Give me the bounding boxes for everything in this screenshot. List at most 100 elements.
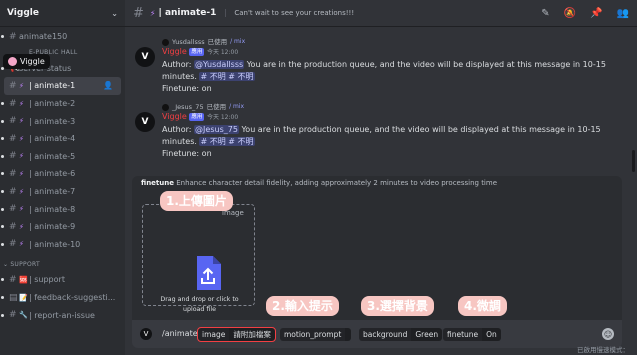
unread-dot bbox=[1, 242, 4, 246]
hash-icon: # bbox=[9, 98, 17, 109]
dropzone-line-1: Drag and drop or click to bbox=[160, 296, 239, 303]
message-author[interactable]: Viggle bbox=[162, 112, 187, 121]
channel-animate-6[interactable]: # ⚡ | animate-6 bbox=[0, 165, 125, 183]
chevron-down-icon: ⌄ bbox=[111, 8, 118, 18]
slowmode-status: 已啟用慢速模式： bbox=[577, 346, 629, 354]
mute-bell-icon[interactable]: 🔕 bbox=[564, 8, 576, 19]
channel-animate-8[interactable]: # ⚡ | animate-8 bbox=[0, 200, 125, 218]
reply-username: Yusdallsss bbox=[172, 38, 205, 46]
category-support[interactable]: ⌄ SUPPORT bbox=[0, 257, 125, 271]
hash-icon: # bbox=[9, 80, 17, 91]
file-dropzone[interactable]: Drag and drop or click to upload file bbox=[142, 204, 255, 313]
channel-tag[interactable]: # 不明 # 不明 bbox=[199, 72, 255, 81]
channel-animate-2[interactable]: # ⚡ | animate-2 bbox=[0, 95, 125, 113]
option-key: motion_prompt bbox=[280, 328, 346, 341]
channel-report-issue[interactable]: # 🔧 | report-an-issue bbox=[0, 306, 125, 324]
option-finetune[interactable]: finetune On bbox=[443, 328, 501, 341]
timestamp: 今天 12:00 bbox=[206, 49, 239, 56]
channel-animate-9[interactable]: # ⚡ | animate-9 bbox=[0, 218, 125, 236]
annotation-prompt: 2.輸入提示 bbox=[266, 296, 339, 316]
hash-icon: # bbox=[9, 186, 17, 197]
channel-label: | animate-1 bbox=[29, 81, 76, 91]
message-reply-context[interactable]: Yusdallsss 已使用 / mix bbox=[162, 36, 245, 48]
option-key: finetune bbox=[443, 328, 483, 341]
unread-dot bbox=[1, 35, 4, 39]
channel-animate-10[interactable]: # ⚡ | animate-10 bbox=[0, 236, 125, 254]
option-background[interactable]: background Green bbox=[359, 328, 443, 341]
avatar[interactable]: V bbox=[135, 47, 155, 67]
avatar[interactable]: V bbox=[135, 112, 155, 132]
tooltip-label: Viggle bbox=[20, 57, 45, 66]
channel-animate-3[interactable]: # ⚡ | animate-3 bbox=[0, 112, 125, 130]
author-label: Author: bbox=[162, 60, 192, 69]
reply-username: _Jesus_75 bbox=[172, 103, 204, 111]
option-value: 請附加檔案 bbox=[229, 328, 275, 341]
lightning-icon: ⚡ bbox=[19, 240, 24, 249]
channel-label: | feedback-suggesti... bbox=[29, 293, 116, 303]
unread-dot bbox=[1, 137, 4, 141]
channel-header: # ⚡ | animate-1 Can't wait to see your c… bbox=[125, 0, 637, 27]
lightning-icon: ⚡ bbox=[19, 99, 24, 108]
unread-dot bbox=[1, 190, 4, 194]
avatar bbox=[162, 103, 169, 111]
channel-list: # animate150 E-PUBLIC HALL 📢 server-stat… bbox=[0, 28, 125, 324]
pin-icon[interactable]: 📌 bbox=[590, 8, 602, 19]
members-icon[interactable]: 👥 bbox=[617, 8, 629, 19]
channel-label: | animate-10 bbox=[29, 239, 81, 249]
server-name: Viggle bbox=[7, 8, 39, 18]
app-badge: 應用 bbox=[189, 112, 205, 121]
channel-animate-4[interactable]: # ⚡ | animate-4 bbox=[0, 130, 125, 148]
channel-animate-7[interactable]: # ⚡ | animate-7 bbox=[0, 183, 125, 201]
unread-dot bbox=[1, 102, 4, 106]
channel-topic[interactable]: Can't wait to see your creations!!! bbox=[225, 9, 354, 17]
channel-label: | animate-9 bbox=[29, 222, 76, 232]
channel-label: | animate-6 bbox=[29, 169, 76, 179]
message-input-bar[interactable]: V /animate image 請附加檔案 motion_prompt bac… bbox=[132, 320, 622, 348]
option-value bbox=[345, 328, 352, 341]
option-motion-prompt[interactable]: motion_prompt bbox=[280, 328, 352, 341]
channel-animate150[interactable]: # animate150 bbox=[0, 28, 125, 46]
channel-support[interactable]: # 🆘 | support bbox=[0, 271, 125, 289]
channel-sidebar: Viggle ⌄ # animate150 E-PUBLIC HALL 📢 se… bbox=[0, 0, 125, 355]
hash-icon: # bbox=[9, 221, 17, 232]
reply-text: 已使用 bbox=[206, 103, 227, 111]
channel-label: | animate-4 bbox=[29, 134, 76, 144]
hash-icon: # bbox=[9, 204, 17, 215]
lightning-icon: ⚡ bbox=[19, 152, 24, 161]
lightning-icon: ⚡ bbox=[19, 81, 24, 90]
hash-icon: # bbox=[9, 116, 17, 127]
message-author[interactable]: Viggle bbox=[162, 47, 187, 56]
message-reply-context[interactable]: _Jesus_75 已使用 / mix bbox=[162, 101, 244, 113]
channel-label: animate150 bbox=[19, 32, 68, 42]
hash-icon: # bbox=[9, 168, 17, 179]
hash-icon: # bbox=[9, 239, 17, 250]
channel-tag[interactable]: # 不明 # 不明 bbox=[199, 137, 255, 146]
hash-icon: # bbox=[9, 310, 17, 321]
channel-animate-1[interactable]: # ⚡ | animate-1 👤 bbox=[4, 77, 121, 95]
server-avatar bbox=[8, 57, 17, 66]
hash-icon: # bbox=[9, 151, 17, 162]
option-hint: finetune Enhance character detail fideli… bbox=[141, 179, 497, 187]
threads-icon[interactable]: ✎ bbox=[541, 8, 549, 19]
channel-animate-5[interactable]: # ⚡ | animate-5 bbox=[0, 148, 125, 166]
server-header[interactable]: Viggle ⌄ bbox=[0, 0, 125, 27]
reply-command[interactable]: / mix bbox=[230, 36, 245, 48]
reply-command[interactable]: / mix bbox=[229, 101, 244, 113]
user-mention[interactable]: @Yusdallsss bbox=[194, 60, 245, 69]
channel-feedback[interactable]: ▤ 📝 | feedback-suggesti... bbox=[0, 289, 125, 307]
hash-icon: # bbox=[133, 5, 144, 21]
scrollbar[interactable] bbox=[632, 150, 635, 172]
channel-label: | animate-3 bbox=[29, 116, 76, 126]
hash-icon: # bbox=[9, 31, 17, 42]
channel-title: | animate-1 bbox=[158, 8, 217, 18]
user-mention[interactable]: @Jesus_75 bbox=[194, 125, 239, 134]
emoji-icon[interactable]: ☺ bbox=[602, 328, 614, 340]
option-image[interactable]: image 請附加檔案 bbox=[197, 327, 276, 342]
slash-command[interactable]: /animate bbox=[162, 329, 198, 338]
message: _Jesus_75 已使用 / mix V Viggle 應用 今天 12:00… bbox=[125, 101, 630, 160]
add-member-icon[interactable]: 👤 bbox=[103, 81, 113, 90]
annotation-upload: 1.上傳圖片 bbox=[160, 191, 233, 211]
viggle-app-icon: V bbox=[140, 328, 152, 340]
channel-label: | animate-8 bbox=[29, 204, 76, 214]
message-body: Author: @Jesus_75 You are in the product… bbox=[162, 124, 630, 148]
